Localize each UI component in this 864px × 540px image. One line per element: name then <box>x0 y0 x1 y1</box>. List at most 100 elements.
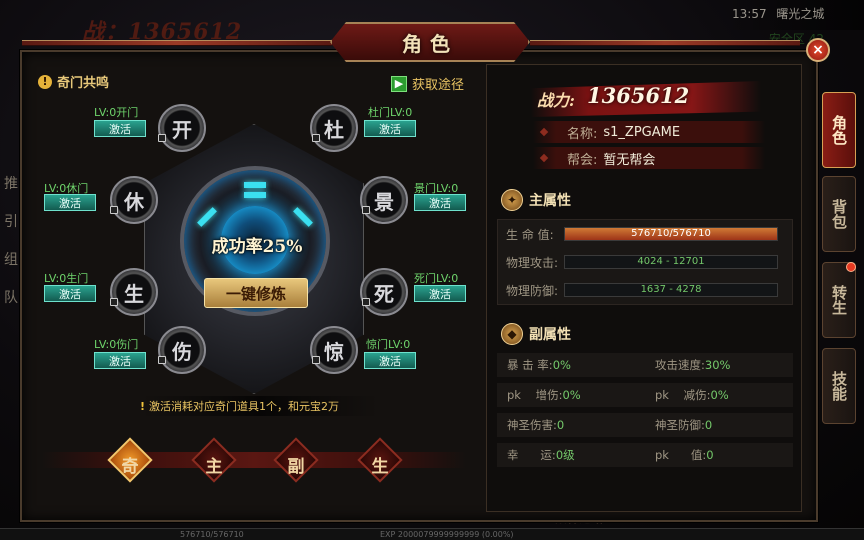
exp-bar: 576710/576710 EXP 2000079999999999 (0.00… <box>0 528 864 540</box>
main-attr-title: ✦ 主属性 <box>501 189 571 211</box>
background-tab[interactable]: 引 <box>0 203 22 241</box>
qimen-section: ! 奇门共鸣 ▶ 获取途径 成功率25% 一键修炼 LV:0开门 激活 开 LV… <box>30 64 478 512</box>
title-ornament-left <box>22 40 332 46</box>
title-ornament-right <box>530 40 800 46</box>
info-icon[interactable]: ! <box>38 74 52 89</box>
side-tab-character[interactable]: 角色 <box>822 92 856 168</box>
trigram-icon <box>244 192 266 198</box>
background-tab[interactable]: 组 <box>0 241 22 279</box>
sub-attr-cell: 神圣伤害:0 <box>507 418 565 432</box>
power-label: 战力: <box>537 91 575 110</box>
consume-note: ! 激活消耗对应奇门道具1个，和元宝2万 <box>140 396 380 416</box>
consume-note-text: 激活消耗对应奇门道具1个，和元宝2万 <box>149 400 340 413</box>
activate-jingmen-shock-button[interactable]: 激活 <box>364 352 416 369</box>
warning-icon: ! <box>140 399 146 413</box>
trigram-icon <box>244 182 266 188</box>
activate-jingmen-button[interactable]: 激活 <box>414 194 466 211</box>
tab-qi[interactable] <box>107 437 153 483</box>
lock-icon <box>362 298 370 306</box>
diamond-icon <box>539 153 549 163</box>
wing-emblem-icon: ✦ <box>501 189 523 211</box>
main-attr-box: 生 命 值: 576710/576710 物理攻击: 4024 - 12701 … <box>497 219 793 305</box>
attack-bar: 4024 - 12701 <box>564 255 778 269</box>
power-value: 1365612 <box>587 83 690 108</box>
gate-medal-jingmen[interactable]: 景 <box>360 176 408 224</box>
arrow-right-icon: ▶ <box>390 75 407 92</box>
sub-attr-row: 暴 击 率:0% 攻击速度:30% <box>497 353 793 377</box>
hud-top-right: 13:57 曙光之城 <box>724 0 864 30</box>
lock-icon <box>312 356 320 364</box>
sub-attr-row: pk 增伤:0% pk 减伤:0% <box>497 383 793 407</box>
qimen-title-text: 奇门共鸣 <box>57 76 110 91</box>
shield-emblem-icon: ◆ <box>501 323 523 345</box>
lock-icon <box>312 134 320 142</box>
activate-dumen-button[interactable]: 激活 <box>364 120 416 137</box>
lock-icon <box>158 356 166 364</box>
defense-bar: 1637 - 4278 <box>564 283 778 297</box>
diamond-icon <box>539 127 549 137</box>
gate-medal-xiumen[interactable]: 休 <box>110 176 158 224</box>
lock-icon <box>110 298 118 306</box>
get-path-link[interactable]: ▶ 获取途径 <box>390 74 464 93</box>
character-info: 战力: 1365612 名称: s1_ZPGAME 帮会: 暂无帮会 ✦ 主属性… <box>486 64 802 512</box>
gate-medal-shangmen[interactable]: 伤 <box>158 326 206 374</box>
guild-value: 暂无帮会 <box>603 152 656 168</box>
exp-text: EXP 2000079999999999 (0.00%) <box>380 530 514 539</box>
lock-icon <box>158 134 166 142</box>
lock-icon <box>110 206 118 214</box>
guild-label: 帮会: <box>567 152 598 168</box>
qimen-title: ! 奇门共鸣 <box>38 72 109 91</box>
background-left-tabs: 推 引 组 队 <box>0 165 22 317</box>
sub-attr-title-text: 副属性 <box>529 327 571 343</box>
tab-sheng[interactable] <box>357 437 403 483</box>
gate-medal-kaimen[interactable]: 开 <box>158 104 206 152</box>
name-value: s1_ZPGAME <box>603 124 681 140</box>
activate-xiumen-button[interactable]: 激活 <box>44 194 96 211</box>
guild-row: 帮会: 暂无帮会 <box>533 147 765 169</box>
side-tab-skills[interactable]: 技能 <box>822 348 856 424</box>
attr-row-hp: 生 命 值: 576710/576710 <box>498 220 792 248</box>
activate-shangmen-button[interactable]: 激活 <box>94 352 146 369</box>
lock-icon <box>362 206 370 214</box>
side-tab-label: 技能 <box>830 371 848 401</box>
name-row: 名称: s1_ZPGAME <box>533 121 765 143</box>
side-tab-label: 转生 <box>830 285 848 315</box>
sub-attr-cell: pk 值:0 <box>655 448 714 462</box>
activate-kaimen-button[interactable]: 激活 <box>94 120 146 137</box>
gate-level-shengmen: LV:0生门 <box>44 272 89 285</box>
hp-bar-text: 576710/576710 <box>631 228 711 239</box>
attr-label: 物理攻击: <box>506 255 559 270</box>
gate-level-jingmen-shock: 惊门LV:0 <box>366 338 411 351</box>
activate-shengmen-button[interactable]: 激活 <box>44 285 96 302</box>
get-path-label: 获取途径 <box>411 78 464 93</box>
attr-row-attack: 物理攻击: 4024 - 12701 <box>498 248 792 276</box>
sub-attr-cell: pk 减伤:0% <box>655 388 729 402</box>
side-tab-bag[interactable]: 背包 <box>822 176 856 252</box>
gate-medal-dumen[interactable]: 杜 <box>310 104 358 152</box>
tab-fu[interactable] <box>273 437 319 483</box>
sub-attr-title: ◆ 副属性 <box>501 323 571 345</box>
gate-level-shangmen: LV:0伤门 <box>94 338 139 351</box>
sub-attr-grid: 暴 击 率:0% 攻击速度:30% pk 增伤:0% pk 减伤:0% 神圣伤害… <box>497 353 793 473</box>
window-title: 角色 <box>330 22 530 62</box>
clock-text: 13:57 <box>732 7 767 21</box>
background-tab[interactable]: 队 <box>0 279 22 317</box>
one-click-cultivate-button[interactable]: 一键修炼 <box>204 278 308 308</box>
close-button[interactable]: × <box>806 38 830 62</box>
hp-bar: 576710/576710 <box>564 227 778 241</box>
gate-medal-shengmen[interactable]: 生 <box>110 268 158 316</box>
notification-dot <box>846 262 856 272</box>
activate-simen-button[interactable]: 激活 <box>414 285 466 302</box>
background-tab[interactable]: 推 <box>0 165 22 203</box>
tab-zhu[interactable] <box>191 437 237 483</box>
side-tab-label: 角色 <box>830 115 848 145</box>
gate-level-dumen: 杜门LV:0 <box>368 106 413 119</box>
sub-attr-row: 神圣伤害:0 神圣防御:0 <box>497 413 793 437</box>
side-tab-rebirth[interactable]: 转生 <box>822 262 856 338</box>
sub-attr-cell: pk 增伤:0% <box>507 388 581 402</box>
gate-medal-simen[interactable]: 死 <box>360 268 408 316</box>
gate-level-simen: 死门LV:0 <box>414 272 459 285</box>
sub-attr-cell: 攻击速度:30% <box>655 358 731 372</box>
defense-bar-text: 1637 - 4278 <box>640 284 702 295</box>
gate-medal-jingmen-shock[interactable]: 惊 <box>310 326 358 374</box>
